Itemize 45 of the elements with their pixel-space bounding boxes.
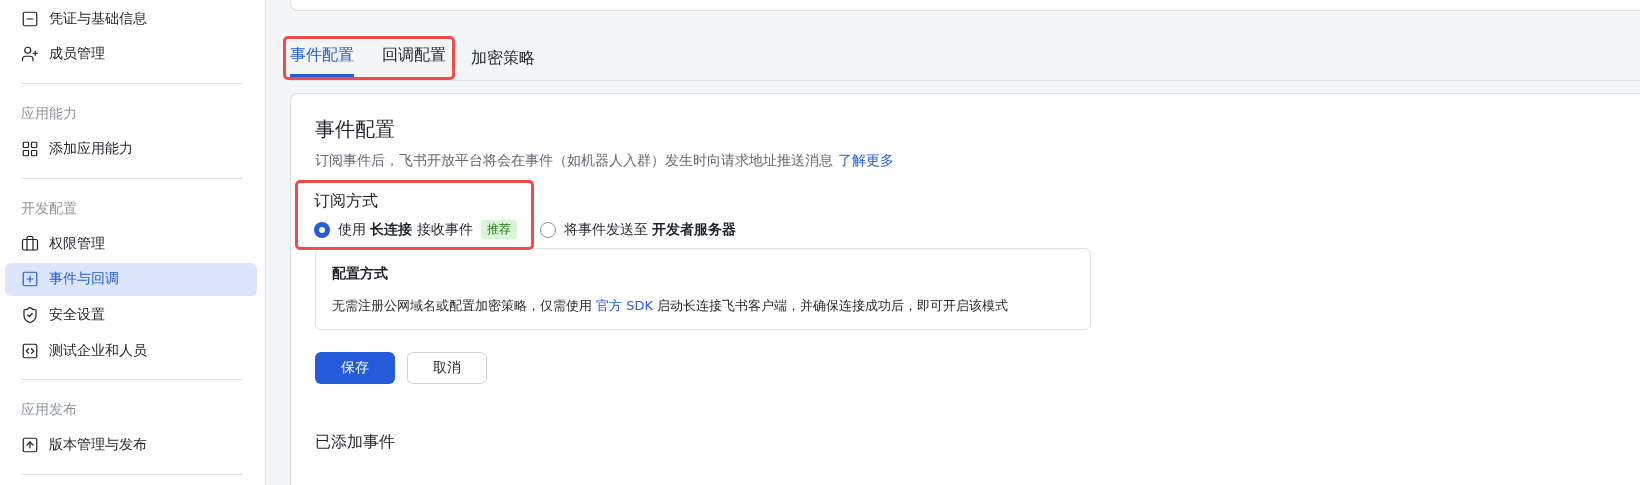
sidebar-item[interactable]: 版本管理与发布	[5, 428, 257, 463]
sidebar-item-label: 安全设置	[49, 306, 105, 324]
sidebar-item[interactable]: 事件与回调	[5, 262, 257, 297]
shield-check-icon	[21, 306, 39, 324]
sidebar-item[interactable]: 权限管理	[5, 226, 257, 261]
save-button[interactable]: 保存	[315, 352, 395, 384]
sidebar-group-title: 应用发布	[20, 400, 78, 420]
sidebar-group-title: 应用能力	[20, 104, 78, 124]
sdk-link[interactable]: 官方 SDK	[596, 298, 654, 313]
tab[interactable]: 事件配置	[290, 39, 354, 77]
radio-button[interactable]	[539, 222, 556, 238]
tab[interactable]: 回调配置	[382, 39, 446, 77]
sidebar-item[interactable]: 成员管理	[5, 37, 257, 72]
sidebar-item[interactable]: 添加应用能力	[5, 132, 257, 166]
config-box-text: 无需注册公网域名或配置加密策略，仅需使用 官方 SDK 启动长连接飞书客户端，并确保连接成功后，即可开启该模式	[332, 297, 1010, 315]
briefcase-icon	[21, 234, 39, 253]
section-title: 事件配置	[315, 116, 395, 143]
sidebar-item-label: 测试企业和人员	[49, 341, 147, 360]
code-icon	[21, 341, 39, 360]
radio-button[interactable]	[314, 221, 330, 238]
sidebar-item[interactable]: 安全设置	[5, 298, 257, 332]
user-plus-icon	[21, 45, 39, 64]
recommend-badge: 推荐	[480, 220, 517, 239]
radio-option[interactable]: 将事件发送至 开发者服务器	[539, 221, 736, 239]
card-icon	[21, 9, 39, 28]
radio-option[interactable]: 使用 长连接 接收事件 推荐	[314, 220, 517, 239]
config-box-title: 配置方式	[332, 265, 389, 283]
sidebar-item-label: 版本管理与发布	[49, 436, 147, 455]
sidebar-item-label: 凭证与基础信息	[49, 9, 147, 28]
sidebar-item[interactable]: 凭证与基础信息	[5, 2, 257, 36]
sidebar-item-label: 事件与回调	[49, 270, 119, 289]
grid-icon	[21, 140, 39, 159]
subscription-title: 订阅方式	[314, 191, 379, 212]
tab[interactable]: 加密策略	[471, 42, 535, 80]
sidebar-item[interactable]: 测试企业和人员	[5, 333, 257, 368]
upload-icon	[21, 436, 39, 455]
sidebar-item-label: 添加应用能力	[49, 140, 133, 159]
section-description: 订阅事件后，飞书开放平台将会在事件（如机器人入群）发生时向请求地址推送消息	[315, 152, 833, 170]
added-events-title: 已添加事件	[315, 432, 395, 453]
cancel-button[interactable]: 取消	[407, 352, 487, 384]
square-plus-icon	[21, 270, 39, 289]
sidebar-group-title: 开发配置	[20, 198, 78, 218]
sidebar-item-label: 权限管理	[49, 234, 105, 253]
sidebar-item-label: 成员管理	[49, 45, 105, 64]
learn-more-link[interactable]: 了解更多	[838, 152, 894, 170]
